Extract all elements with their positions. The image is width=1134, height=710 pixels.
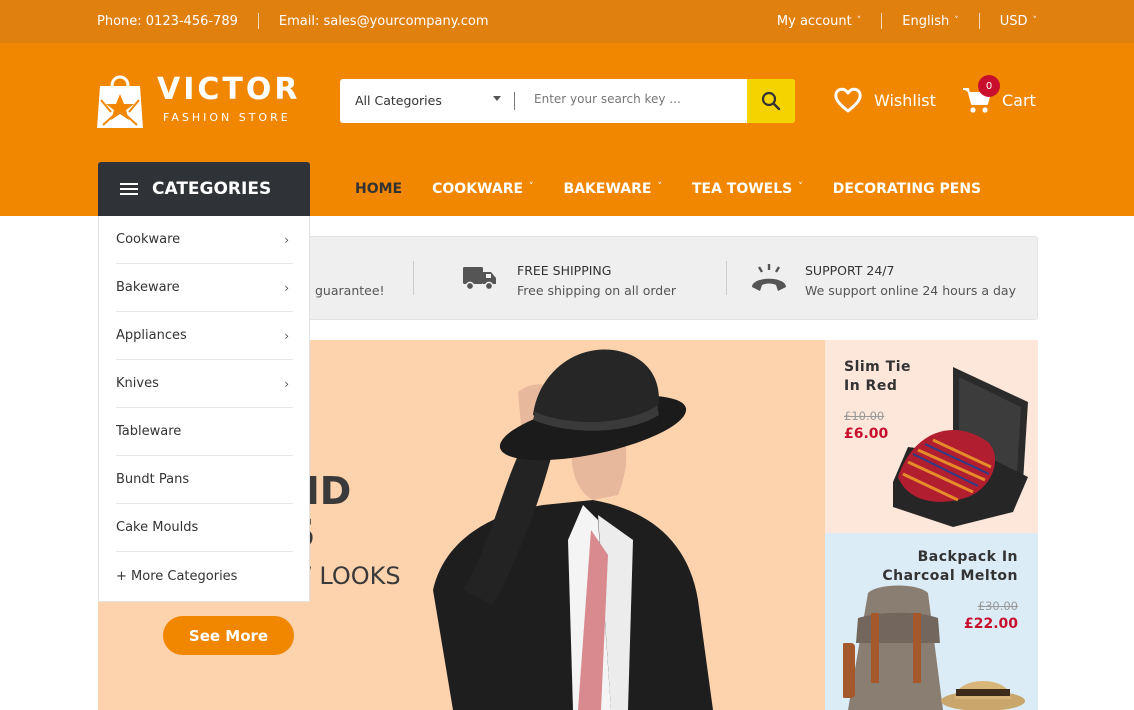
chevron-down-icon: ˅ <box>1032 15 1038 26</box>
chevron-right-icon: › <box>284 376 289 391</box>
category-item-tableware[interactable]: Tableware <box>116 408 293 456</box>
divider <box>257 13 259 29</box>
email-link[interactable]: Email: sales@yourcompany.com <box>279 14 489 29</box>
cart-label: Cart <box>1002 90 1036 110</box>
nav-item-tea-towels[interactable]: TEA TOWELS ˅ <box>692 181 803 197</box>
category-label: Cookware <box>116 232 181 247</box>
divider <box>881 13 883 29</box>
language-label: English <box>902 13 950 29</box>
currency-dropdown[interactable]: USD ˅ <box>1000 14 1037 29</box>
chevron-down-icon: ˅ <box>954 15 959 26</box>
category-item-knives[interactable]: Knives › <box>116 360 293 408</box>
category-label: Tableware <box>116 424 182 439</box>
language-dropdown[interactable]: English ˅ <box>902 14 958 29</box>
cart-count-badge: 0 <box>978 75 1000 97</box>
feature-desc: We support online 24 hours a day <box>805 283 1016 298</box>
truck-icon <box>463 267 496 291</box>
contact-info: Phone: 0123-456-789 Email: sales@yourcom… <box>97 13 488 29</box>
search-icon <box>761 91 781 111</box>
feature-desc: Free shipping on all order <box>517 283 677 298</box>
nav-item-label: HOME <box>355 181 403 197</box>
category-label: Appliances <box>116 328 187 343</box>
feature-title: FREE SHIPPING <box>517 263 612 278</box>
category-label: Cake Moulds <box>116 520 199 535</box>
category-item-bundt-pans[interactable]: Bundt Pans <box>116 456 293 504</box>
nav-item-label: COOKWARE <box>432 181 524 197</box>
chevron-down-icon: ˅ <box>798 182 803 192</box>
feature-guarantee-text: guarantee! <box>315 283 385 298</box>
currency-label: USD <box>999 13 1028 29</box>
my-account-dropdown[interactable]: My account ˅ <box>777 14 861 29</box>
nav-item-decorating-pens[interactable]: DECORATING PENS <box>833 181 981 197</box>
hero-model-image <box>433 349 713 710</box>
divider <box>726 261 727 295</box>
categories-title: CATEGORIES <box>152 179 272 199</box>
promo-title-line: Backpack In <box>917 549 1018 565</box>
backpack-image <box>843 585 1025 710</box>
more-categories-link[interactable]: + More Categories <box>116 552 293 600</box>
chevron-down-icon: ˅ <box>856 15 862 26</box>
shopping-bag-icon <box>97 75 143 128</box>
chevron-right-icon: › <box>284 280 289 295</box>
category-label: Bundt Pans <box>116 472 190 487</box>
nav-item-bakeware[interactable]: BAKEWARE ˅ <box>564 181 662 197</box>
old-price: £10.00 <box>844 409 885 423</box>
my-account-label: My account <box>776 13 852 29</box>
heart-icon <box>834 87 862 113</box>
chevron-right-icon: › <box>284 328 289 343</box>
category-item-cookware[interactable]: Cookware › <box>116 216 293 264</box>
brand-tagline: FASHION STORE <box>163 111 291 124</box>
divider <box>413 261 414 295</box>
category-select[interactable]: All Categories <box>355 93 505 108</box>
categories-toggle[interactable]: CATEGORIES <box>98 162 310 216</box>
category-item-cake-moulds[interactable]: Cake Moulds <box>116 504 293 552</box>
chevron-down-icon: ˅ <box>657 182 662 192</box>
promo-title: Backpack In Charcoal Melton <box>882 548 1018 586</box>
see-more-button[interactable]: See More <box>163 616 294 655</box>
wishlist-label: Wishlist <box>874 90 936 110</box>
brand-name: VICTOR <box>157 72 301 107</box>
phone-icon <box>752 264 786 291</box>
promo-banner-backpack[interactable]: Backpack In Charcoal Melton £30.00 £22.0… <box>825 533 1038 710</box>
wishlist-link[interactable]: Wishlist <box>834 87 936 113</box>
logo[interactable]: VICTOR FASHION STORE <box>97 70 307 132</box>
nav-item-home[interactable]: HOME <box>355 181 402 197</box>
promo-banner-tie[interactable]: Slim Tie In Red £10.00 £6.00 <box>825 340 1038 533</box>
top-bar: Phone: 0123-456-789 Email: sales@yourcom… <box>0 0 1134 43</box>
search-button[interactable] <box>747 79 795 123</box>
phone-text: Phone: 0123-456-789 <box>97 13 238 29</box>
category-item-appliances[interactable]: Appliances › <box>116 312 293 360</box>
nav-item-cookware[interactable]: COOKWARE ˅ <box>432 181 533 197</box>
divider <box>514 92 515 110</box>
caret-down-icon <box>493 96 501 101</box>
account-controls: My account ˅ English ˅ USD ˅ <box>777 13 1037 29</box>
category-label: Bakeware <box>116 280 180 295</box>
nav-item-label: DECORATING PENS <box>832 181 982 197</box>
search-bar: All Categories <box>340 79 795 123</box>
category-item-bakeware[interactable]: Bakeware › <box>116 264 293 312</box>
main-nav: HOME COOKWARE ˅ BAKEWARE ˅ TEA TOWELS ˅ DEC… <box>355 181 1011 197</box>
sale-price: £6.00 <box>844 426 889 442</box>
divider <box>978 13 980 29</box>
menu-icon <box>120 183 138 195</box>
categories-menu: Cookware › Bakeware › Appliances › Knives › … <box>98 216 310 602</box>
nav-item-label: BAKEWARE <box>563 181 652 197</box>
chevron-right-icon: › <box>284 232 289 247</box>
category-label: Knives <box>116 376 159 391</box>
tie-box-image <box>893 367 1028 527</box>
category-label: + More Categories <box>116 568 238 584</box>
chevron-down-icon: ˅ <box>529 182 534 192</box>
nav-item-label: TEA TOWELS <box>691 181 793 197</box>
search-input[interactable] <box>534 92 734 106</box>
feature-title: SUPPORT 24/7 <box>805 263 895 278</box>
cart-link[interactable]: 0 Cart <box>962 75 1036 115</box>
